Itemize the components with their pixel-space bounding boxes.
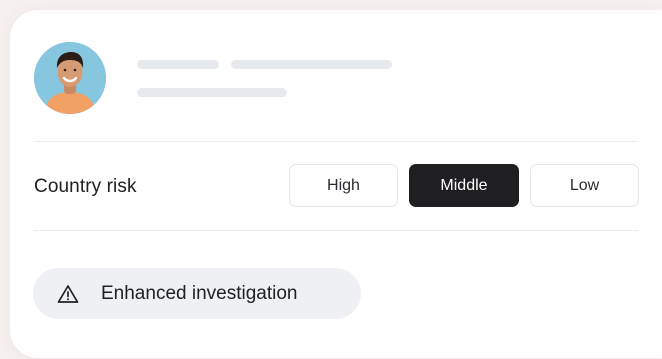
enhanced-investigation-badge[interactable]: Enhanced investigation [33, 268, 361, 319]
warning-triangle-icon [57, 284, 79, 304]
country-risk-label: Country risk [34, 176, 137, 197]
person-avatar-icon [34, 42, 106, 114]
subtitle-placeholder-bar [137, 88, 287, 97]
profile-card: Country risk High Middle Low Enhanced in… [10, 10, 662, 358]
risk-option-high[interactable]: High [289, 164, 398, 207]
risk-option-middle[interactable]: Middle [409, 164, 519, 207]
name-placeholder-bar-secondary [231, 60, 392, 69]
avatar[interactable] [34, 42, 106, 114]
divider [34, 141, 638, 142]
name-placeholder-bar [137, 60, 219, 69]
risk-option-low[interactable]: Low [530, 164, 639, 207]
badge-label: Enhanced investigation [101, 282, 298, 304]
divider [34, 230, 638, 231]
